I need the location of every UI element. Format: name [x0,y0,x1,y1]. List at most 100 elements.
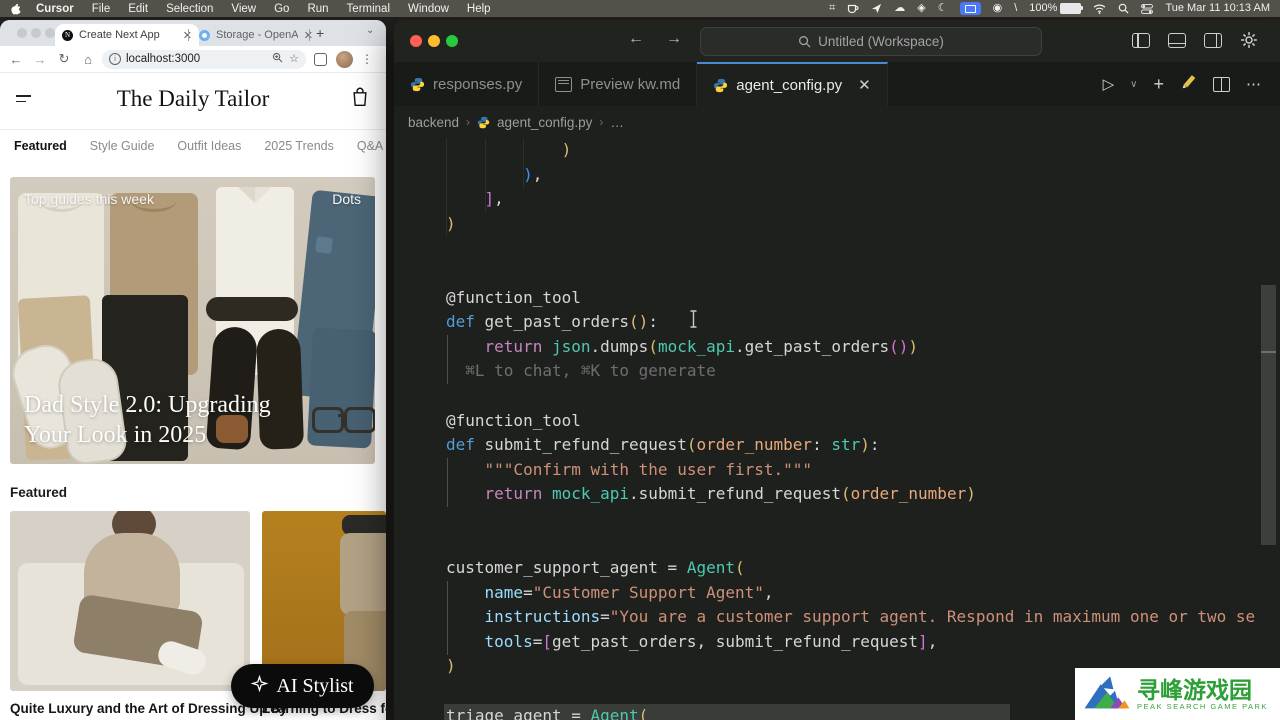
site-nav-item[interactable]: Q&A [357,139,383,153]
toggle-primary-sidebar-icon[interactable] [1132,33,1150,48]
editor-scrollbar[interactable] [1261,285,1276,545]
menubar-item[interactable]: Help [458,3,500,15]
record-icon[interactable]: ◉ [993,3,1003,14]
more-actions-icon[interactable]: ⋯ [1246,75,1262,93]
extensions-icon[interactable] [314,53,327,66]
bookmark-star-icon[interactable]: ☆ [289,52,299,66]
close-window-button[interactable] [17,28,27,38]
history-forward-button[interactable]: → [666,30,682,48]
code-line[interactable]: tools=[get_past_orders, submit_refund_re… [394,630,1280,655]
minimize-window-button[interactable] [31,28,41,38]
editor-tab-agent-config[interactable]: agent_config.py ✕ [697,62,888,106]
code-line[interactable]: instructions="You are a customer support… [394,605,1280,630]
run-button[interactable]: ▷ [1103,75,1115,93]
menubar-clock[interactable]: Tue Mar 11 10:13 AM [1165,3,1270,14]
code-line[interactable]: def get_past_orders(): [394,310,1280,335]
menubar-item[interactable]: File [83,3,120,15]
code-line[interactable]: @function_tool [394,409,1280,434]
ai-stylist-button[interactable]: AI Stylist [231,664,374,708]
code-line[interactable] [394,236,1280,261]
command-center-search[interactable]: Untitled (Workspace) [700,27,1042,56]
split-editor-icon[interactable] [1213,77,1230,92]
code-line[interactable]: ), [394,163,1280,188]
tab-list-chevron-icon[interactable]: ⌄ [366,25,374,36]
moon-icon[interactable]: ☾ [938,3,948,14]
zoom-icon[interactable] [272,52,283,66]
grid-icon[interactable]: ⌗ [829,3,835,14]
zoom-window-button[interactable] [446,35,458,47]
menubar-item[interactable]: Edit [119,3,157,15]
new-tab-button[interactable]: + [316,25,324,41]
toggle-panel-icon[interactable] [1168,33,1186,48]
browser-tab-storage-openai[interactable]: Storage - OpenAI A ✕ [192,24,320,46]
code-line[interactable]: """Confirm with the user first.""" [394,458,1280,483]
site-nav-item[interactable]: 2025 Trends [264,139,334,153]
run-dropdown-chevron-icon[interactable]: ∨ [1130,79,1137,90]
editor-tab-preview-kw[interactable]: Preview kw.md [539,62,697,106]
apple-logo-icon[interactable] [10,2,21,15]
cloud-icon[interactable]: ☁ [894,3,905,14]
zoom-window-button[interactable] [45,28,55,38]
code-line[interactable]: return mock_api.submit_refund_request(or… [394,482,1280,507]
code-line[interactable] [394,384,1280,409]
address-bar[interactable]: i localhost:3000 ☆ [102,50,306,69]
breadcrumb-symbol[interactable]: … [610,115,624,130]
editor-tab-responses[interactable]: responses.py [394,62,539,106]
profile-avatar[interactable] [336,51,353,68]
diamond-app-icon[interactable]: ◈ [917,3,925,14]
toggle-secondary-sidebar-icon[interactable] [1204,33,1222,48]
code-line[interactable] [394,507,1280,532]
code-line[interactable] [394,261,1280,286]
featured-card[interactable] [10,511,250,691]
wifi-icon[interactable] [1093,4,1106,14]
site-info-icon[interactable]: i [109,53,121,65]
control-center-icon[interactable] [1141,4,1153,14]
cursor-edit-pencil-icon[interactable] [1180,73,1197,95]
hero-image[interactable]: Top guides this week Dots Dad Style 2.0:… [10,177,375,464]
history-back-button[interactable]: ← [628,30,644,48]
code-editor[interactable]: ) ), ],)@function_tooldef get_past_order… [394,138,1280,720]
browser-tab-create-next-app[interactable]: N Create Next App ✕ [55,24,199,46]
new-file-button[interactable]: + [1153,74,1164,95]
screen-mirroring-icon[interactable] [960,2,981,15]
battery-icon[interactable]: 100% [1029,3,1081,14]
back-button[interactable]: ← [4,52,28,67]
browser-menu-icon[interactable]: ⋮ [361,52,373,66]
code-line[interactable]: name="Customer Support Agent", [394,581,1280,606]
menubar-item[interactable]: Run [298,3,337,15]
backslash-icon[interactable]: \ [1014,3,1017,14]
location-icon[interactable] [871,3,882,14]
tab-title: Create Next App [79,29,177,41]
menubar-item[interactable]: Terminal [338,3,399,15]
minimize-window-button[interactable] [428,35,440,47]
shopping-bag-icon[interactable] [350,86,370,113]
site-nav-item[interactable]: Outfit Ideas [177,139,241,153]
code-line[interactable]: ) [394,212,1280,237]
code-line[interactable]: customer_support_agent = Agent( [394,556,1280,581]
search-icon [798,35,811,48]
breadcrumb-folder[interactable]: backend [408,115,459,130]
code-line[interactable]: ⌘L to chat, ⌘K to generate [394,359,1280,384]
code-line[interactable]: ], [394,187,1280,212]
code-line[interactable]: ) [394,138,1280,163]
code-line[interactable]: def submit_refund_request(order_number: … [394,433,1280,458]
site-nav-item[interactable]: Style Guide [90,139,155,153]
menubar-item[interactable]: Selection [157,3,222,15]
coffee-icon[interactable] [847,3,859,14]
menubar-item[interactable]: View [222,3,265,15]
code-line[interactable] [394,532,1280,557]
close-window-button[interactable] [410,35,422,47]
reload-button[interactable]: ↻ [52,51,76,67]
menubar-item[interactable]: Go [265,3,298,15]
breadcrumb-file[interactable]: agent_config.py [497,115,592,130]
menubar-item[interactable]: Cursor [27,3,83,15]
site-nav-item[interactable]: Featured [14,139,67,153]
forward-button[interactable]: → [28,52,52,67]
menubar-item[interactable]: Window [399,3,458,15]
settings-gear-icon[interactable] [1240,31,1258,54]
home-button[interactable]: ⌂ [76,52,100,67]
close-tab-icon[interactable]: ✕ [858,76,871,94]
spotlight-search-icon[interactable] [1118,3,1129,14]
code-line[interactable]: return json.dumps(mock_api.get_past_orde… [394,335,1280,360]
code-line[interactable]: @function_tool [394,286,1280,311]
